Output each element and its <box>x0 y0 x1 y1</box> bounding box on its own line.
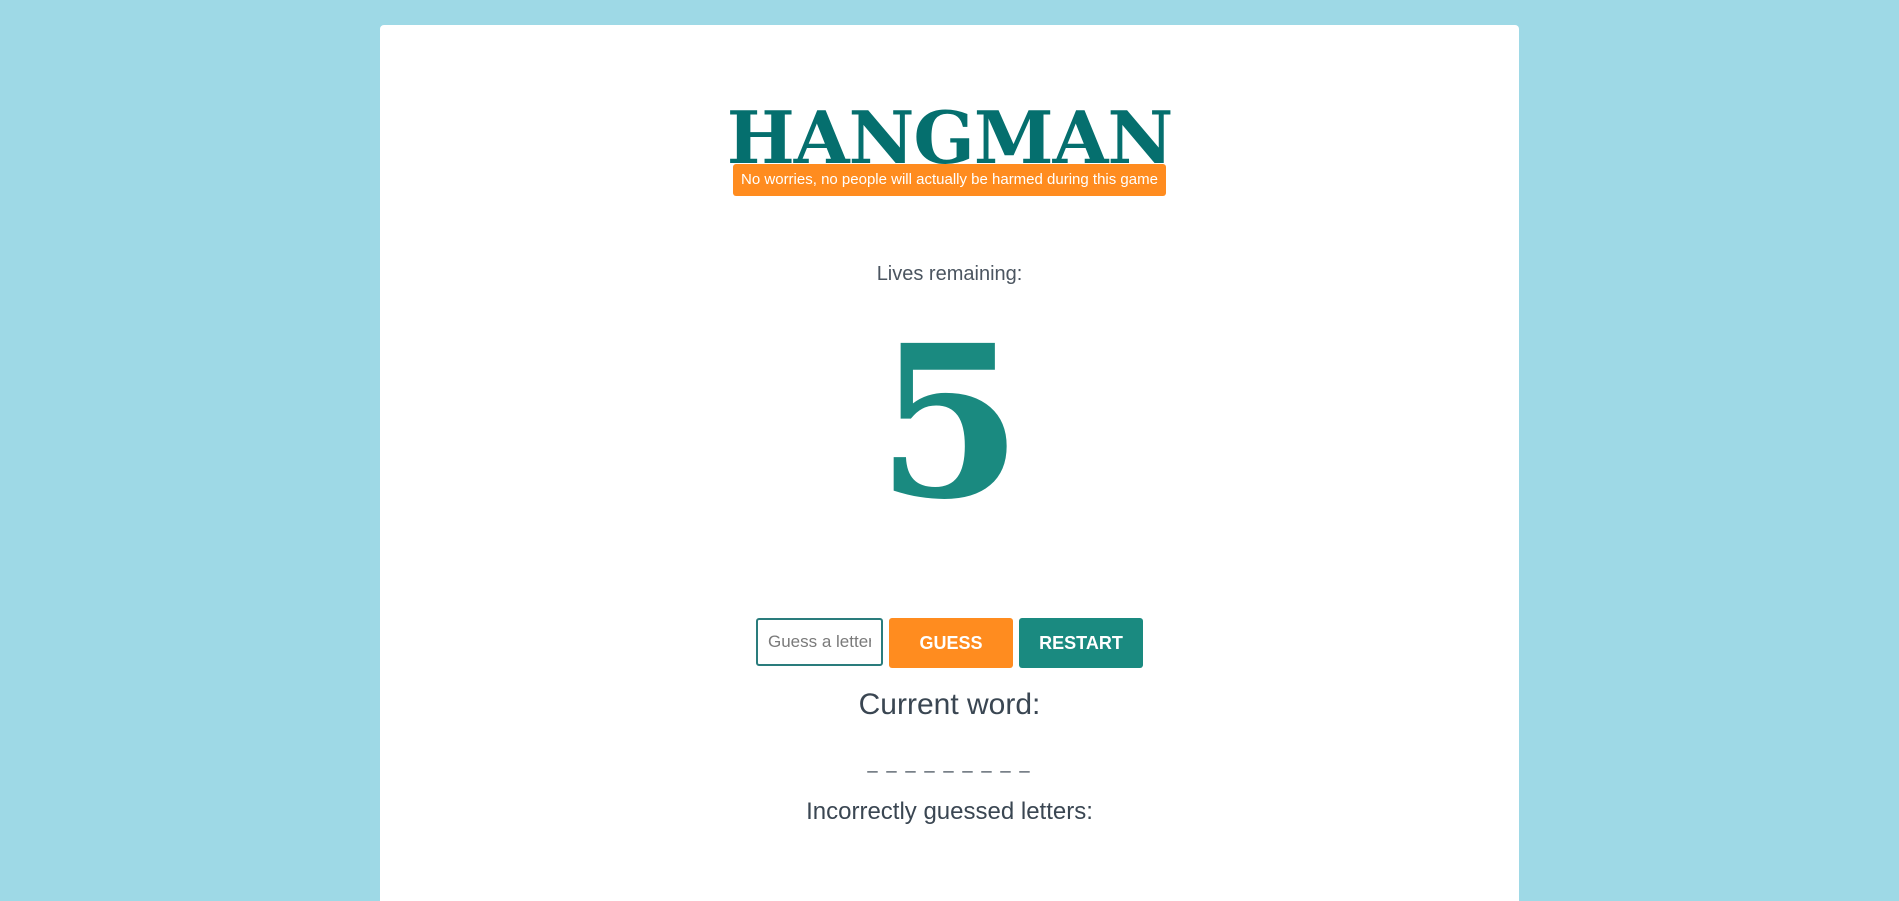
guess-letter-input[interactable] <box>756 618 883 666</box>
incorrect-letters-label: Incorrectly guessed letters: <box>806 798 1093 825</box>
lives-remaining-label: Lives remaining: <box>876 263 1023 285</box>
disclaimer-badge: No worries, no people will actually be h… <box>733 164 1166 196</box>
guess-controls: GUESS RESTART <box>380 618 1519 668</box>
current-word-blanks: _ _ _ _ _ _ _ _ _ <box>867 753 1032 773</box>
restart-button[interactable]: RESTART <box>1019 618 1143 668</box>
guess-button[interactable]: GUESS <box>889 618 1013 668</box>
game-card: HANGMAN No worries, no people will actua… <box>380 25 1519 901</box>
current-word-label: Current word: <box>858 688 1041 721</box>
disclaimer-wrapper: No worries, no people will actually be h… <box>380 164 1519 196</box>
lives-remaining-count: 5 <box>876 299 1023 546</box>
